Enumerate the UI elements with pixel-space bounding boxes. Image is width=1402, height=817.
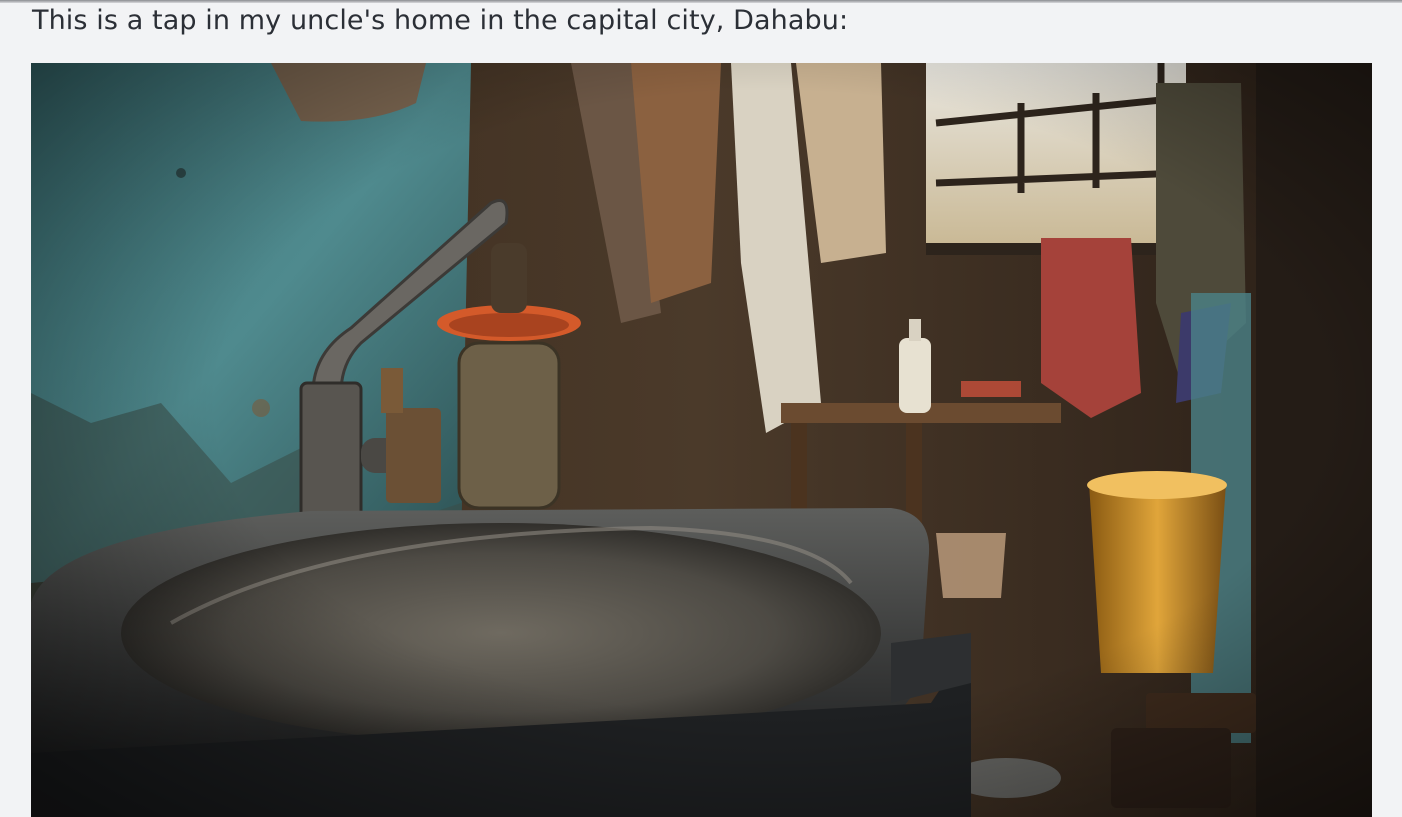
top-divider [0, 0, 1402, 3]
message-photo[interactable] [31, 63, 1372, 817]
message-text: This is a tap in my uncle's home in the … [32, 5, 849, 36]
